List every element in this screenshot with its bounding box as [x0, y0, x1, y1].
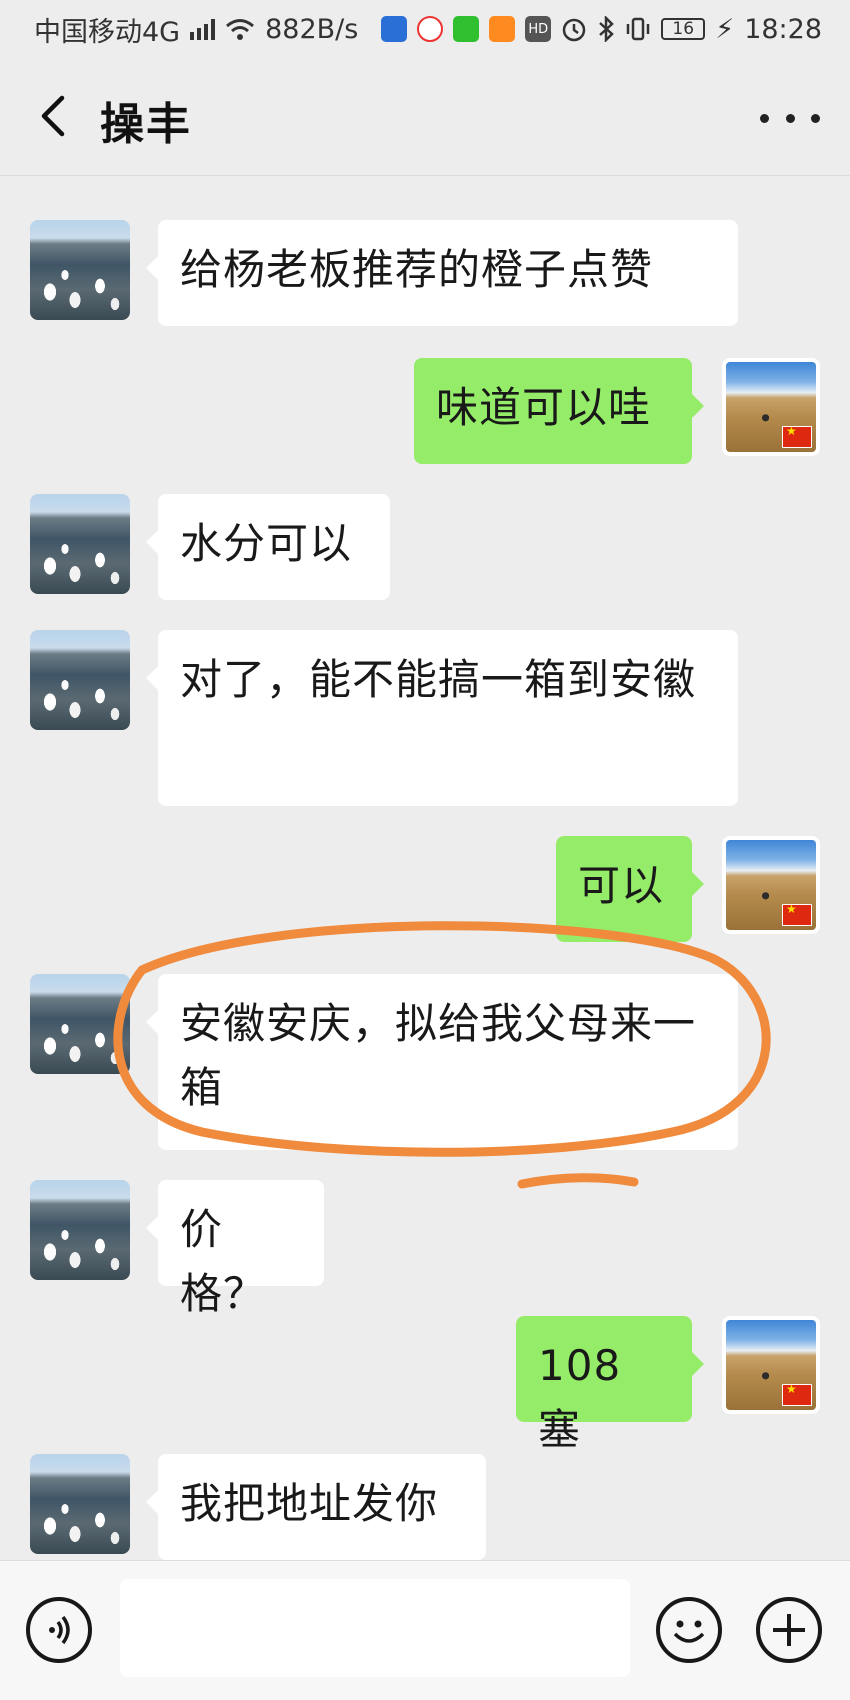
- message-row-incoming: 我把地址发你: [0, 1454, 850, 1560]
- message-bubble[interactable]: 对了，能不能搞一箱到安徽: [146, 630, 738, 806]
- plus-icon[interactable]: [756, 1597, 822, 1663]
- battery-icon: 16: [661, 18, 706, 40]
- message-row-outgoing: 味道可以哇: [0, 358, 850, 468]
- message-row-incoming: 水分可以: [0, 494, 850, 604]
- signal-icon: [190, 18, 216, 40]
- message-bubble[interactable]: 我把地址发你: [146, 1454, 486, 1560]
- user-avatar[interactable]: [722, 358, 820, 456]
- contact-avatar[interactable]: [30, 220, 130, 320]
- vibrate-icon: [626, 17, 650, 41]
- message-bubble[interactable]: 可以: [556, 836, 704, 942]
- wifi-icon: [226, 19, 255, 40]
- message-row-outgoing: 108 塞: [0, 1316, 850, 1454]
- message-bubble[interactable]: 味道可以哇: [414, 358, 704, 464]
- chevron-left-icon[interactable]: [30, 86, 80, 146]
- status-bar: 中国移动4G 882B/s HD 16 ⚡ 18:28: [0, 0, 850, 58]
- flag-icon: [782, 424, 812, 448]
- message-bubble[interactable]: 价格？: [146, 1180, 324, 1318]
- message-bubble[interactable]: 108 塞: [516, 1316, 704, 1454]
- message-bubble[interactable]: 给杨老板推荐的橙子点赞: [146, 220, 738, 326]
- chat-header: 操丰: [0, 58, 850, 176]
- status-right: HD 16 ⚡ 18:28: [381, 14, 822, 45]
- bluetooth-icon: [599, 16, 615, 42]
- alarm-icon: [562, 18, 586, 42]
- input-bar: [0, 1560, 850, 1700]
- charging-icon: ⚡: [715, 13, 735, 45]
- message-row-incoming: 给杨老板推荐的橙子点赞: [0, 220, 850, 330]
- hd-icon: HD: [525, 16, 552, 42]
- message-bubble[interactable]: 安徽安庆，拟给我父母来一箱: [146, 974, 738, 1150]
- message-bubble[interactable]: 水分可以: [146, 494, 390, 600]
- user-avatar[interactable]: [722, 1316, 820, 1414]
- status-left: 中国移动4G 882B/s: [34, 10, 358, 49]
- contact-avatar[interactable]: [30, 630, 130, 730]
- contact-avatar[interactable]: [30, 494, 130, 594]
- message-row-outgoing: 可以: [0, 836, 850, 946]
- flag-icon: [782, 1382, 812, 1406]
- iqiyi-icon: [453, 16, 480, 42]
- flag-icon: [782, 902, 812, 926]
- voice-icon[interactable]: [26, 1597, 92, 1663]
- clock: 18:28: [744, 13, 822, 45]
- message-row-incoming: 对了，能不能搞一箱到安徽: [0, 630, 850, 806]
- video-icon: [489, 16, 516, 42]
- network-speed: 882B/s: [265, 13, 359, 45]
- message-input[interactable]: [120, 1579, 630, 1677]
- contact-avatar[interactable]: [30, 974, 130, 1074]
- more-icon[interactable]: [760, 98, 820, 138]
- carrier-label: 中国移动4G: [34, 16, 181, 48]
- message-row-incoming: 价格？: [0, 1180, 850, 1318]
- contact-avatar[interactable]: [30, 1454, 130, 1554]
- app-icon-1: [381, 16, 408, 42]
- user-avatar[interactable]: [722, 836, 820, 934]
- page-title: 操丰: [100, 99, 192, 150]
- emoji-icon[interactable]: [656, 1597, 722, 1663]
- contact-avatar[interactable]: [30, 1180, 130, 1280]
- message-row-incoming: 安徽安庆，拟给我父母来一箱: [0, 974, 850, 1150]
- app-icon-2: [417, 16, 444, 42]
